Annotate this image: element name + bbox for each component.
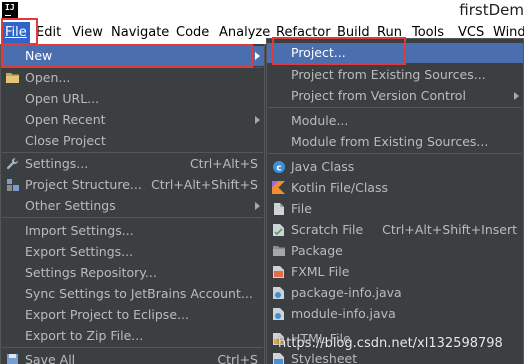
kotlin-icon (271, 181, 286, 195)
new-submenu-item-file[interactable]: File (267, 199, 523, 219)
file-menu: New Open... Open URL... Open Recent Clos… (0, 44, 265, 364)
watermark-text: https://blog.csdn.net/xl132598798 (278, 336, 503, 351)
menu-separator (2, 217, 263, 218)
new-submenu-item-module-existing[interactable]: Module from Existing Sources... (267, 132, 523, 152)
file-menu-item-new[interactable]: New (1, 46, 264, 66)
file-menu-item-open-url[interactable]: Open URL... (1, 89, 264, 109)
file-menu-item-settings[interactable]: Settings... Ctrl+Alt+S (1, 154, 264, 174)
package-icon (271, 244, 286, 258)
submenu-arrow-icon (514, 92, 519, 100)
java-class-icon: c (271, 160, 286, 174)
menu-separator (268, 107, 522, 108)
file-menu-item-save-all[interactable]: Save All Ctrl+S (1, 350, 264, 364)
scratch-file-icon (271, 223, 286, 237)
file-menu-item-open-recent[interactable]: Open Recent (1, 110, 264, 130)
new-submenu-item-project[interactable]: Project... (267, 43, 523, 63)
window-title: firstDem (459, 1, 524, 19)
file-menu-item-other-settings[interactable]: Other Settings (1, 196, 264, 216)
svg-text:c: c (276, 164, 281, 174)
intellij-logo-icon: IJ (2, 2, 18, 18)
new-submenu-item-module[interactable]: Module... (267, 111, 523, 131)
new-submenu-item-package-info[interactable]: package-info.java (267, 283, 523, 303)
title-bar: IJ firstDem (0, 0, 524, 22)
new-submenu-item-kotlin[interactable]: Kotlin File/Class (267, 178, 523, 198)
file-menu-item-export-settings[interactable]: Export Settings... (1, 242, 264, 262)
new-submenu-item-scratch-file[interactable]: Scratch File Ctrl+Alt+Shift+Insert (267, 220, 523, 240)
menu-separator (268, 153, 522, 154)
menu-code[interactable]: Code (173, 22, 212, 44)
folder-icon (5, 71, 20, 85)
new-submenu-item-stylesheet[interactable]: Stylesheet (267, 349, 523, 364)
file-menu-item-import-settings[interactable]: Import Settings... (1, 221, 264, 241)
java-file-icon (271, 307, 286, 321)
file-menu-item-open[interactable]: Open... (1, 68, 264, 88)
submenu-arrow-icon (255, 202, 260, 210)
new-submenu-item-project-vcs[interactable]: Project from Version Control (267, 86, 523, 106)
new-submenu-item-module-info[interactable]: module-info.java (267, 304, 523, 324)
file-menu-item-close-project[interactable]: Close Project (1, 131, 264, 151)
stylesheet-icon (271, 352, 286, 364)
file-menu-item-settings-repository[interactable]: Settings Repository... (1, 263, 264, 283)
menu-separator (2, 152, 263, 153)
new-submenu-item-java-class[interactable]: c Java Class (267, 157, 523, 177)
file-menu-item-sync-settings[interactable]: Sync Settings to JetBrains Account... (1, 284, 264, 304)
project-structure-icon (5, 178, 20, 192)
submenu-arrow-icon (255, 52, 260, 60)
file-menu-item-export-zip[interactable]: Export to Zip File... (1, 326, 264, 346)
menu-edit[interactable]: Edit (33, 22, 64, 44)
new-submenu-item-project-existing[interactable]: Project from Existing Sources... (267, 65, 523, 85)
java-file-icon (271, 286, 286, 300)
file-menu-item-export-eclipse[interactable]: Export Project to Eclipse... (1, 305, 264, 325)
menu-separator (2, 347, 263, 348)
wrench-icon (5, 157, 20, 171)
submenu-arrow-icon (255, 116, 260, 124)
new-submenu-item-fxml[interactable]: FXML File (267, 262, 523, 282)
menu-view[interactable]: View (69, 22, 106, 44)
menu-analyze[interactable]: Analyze (216, 22, 273, 44)
file-icon (271, 202, 286, 216)
fxml-file-icon (271, 265, 286, 279)
menu-file[interactable]: File (2, 22, 30, 44)
menu-navigate[interactable]: Navigate (108, 22, 172, 44)
new-submenu: Project... Project from Existing Sources… (266, 38, 524, 364)
new-submenu-item-package[interactable]: Package (267, 241, 523, 261)
save-icon (5, 353, 20, 364)
file-menu-item-project-structure[interactable]: Project Structure... Ctrl+Alt+Shift+S (1, 175, 264, 195)
